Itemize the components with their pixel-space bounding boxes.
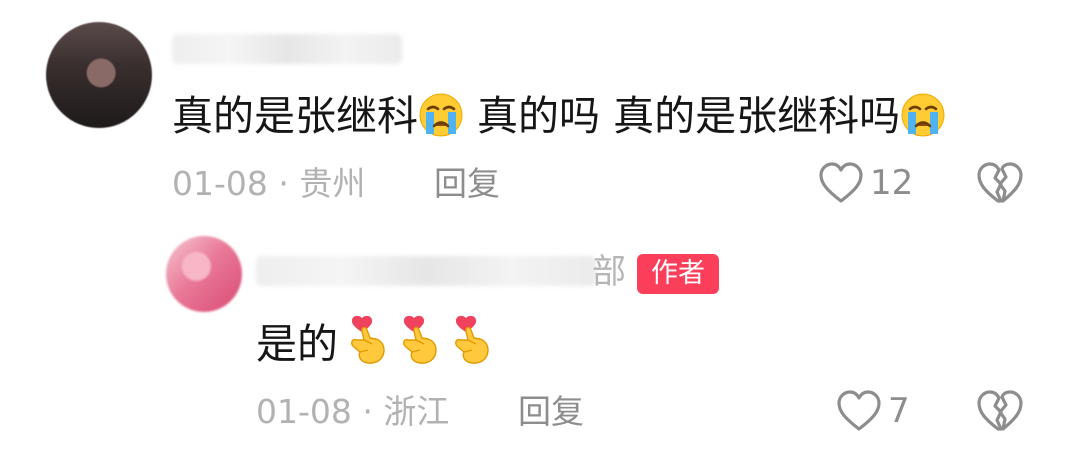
- broken-heart-icon: [977, 162, 1023, 203]
- finger-heart-icon: [346, 314, 390, 378]
- dislike-button[interactable]: [976, 160, 1024, 206]
- crying-face-icon: [900, 92, 946, 150]
- like-button[interactable]: 12: [818, 160, 913, 206]
- replier-name-blurred[interactable]: [256, 256, 596, 286]
- reply-date: 01-08: [256, 392, 352, 431]
- finger-heart-icon: [398, 314, 442, 378]
- meta-separator: ·: [267, 164, 300, 203]
- replier-name-suffix: 部: [592, 252, 626, 292]
- reply-location: 浙江: [383, 392, 450, 431]
- like-button[interactable]: 7: [836, 388, 910, 434]
- heart-outline-icon: [837, 390, 881, 431]
- author-badge: 作者: [637, 254, 719, 294]
- like-count: 7: [888, 391, 910, 431]
- reply-button[interactable]: 回复: [518, 392, 584, 432]
- like-count: 12: [870, 163, 914, 203]
- comment-date: 01-08: [172, 164, 268, 203]
- finger-heart-emojis: [338, 315, 494, 368]
- comment-text-part2: 真的吗 真的是张继科吗: [464, 92, 901, 140]
- reply-text-content: 是的: [256, 320, 338, 368]
- broken-heart-icon: [977, 390, 1023, 431]
- comment-text: 真的是张继科 真的吗 真的是张继科吗: [172, 90, 946, 150]
- reply-button[interactable]: 回复: [434, 164, 500, 204]
- comment-meta: 01-08 · 贵州: [172, 164, 365, 204]
- commenter-name-blurred[interactable]: [172, 34, 402, 64]
- comment-location: 贵州: [299, 164, 366, 203]
- crying-face-icon: [418, 92, 464, 150]
- dislike-button[interactable]: [976, 388, 1024, 434]
- meta-separator: ·: [351, 392, 384, 431]
- commenter-avatar[interactable]: [46, 22, 152, 128]
- heart-outline-icon: [819, 162, 863, 203]
- finger-heart-icon: [450, 314, 494, 378]
- reply-text: 是的: [256, 314, 494, 378]
- reply-meta: 01-08 · 浙江: [256, 392, 449, 432]
- replier-avatar[interactable]: [166, 236, 242, 312]
- comment-text-part1: 真的是张继科: [172, 92, 418, 140]
